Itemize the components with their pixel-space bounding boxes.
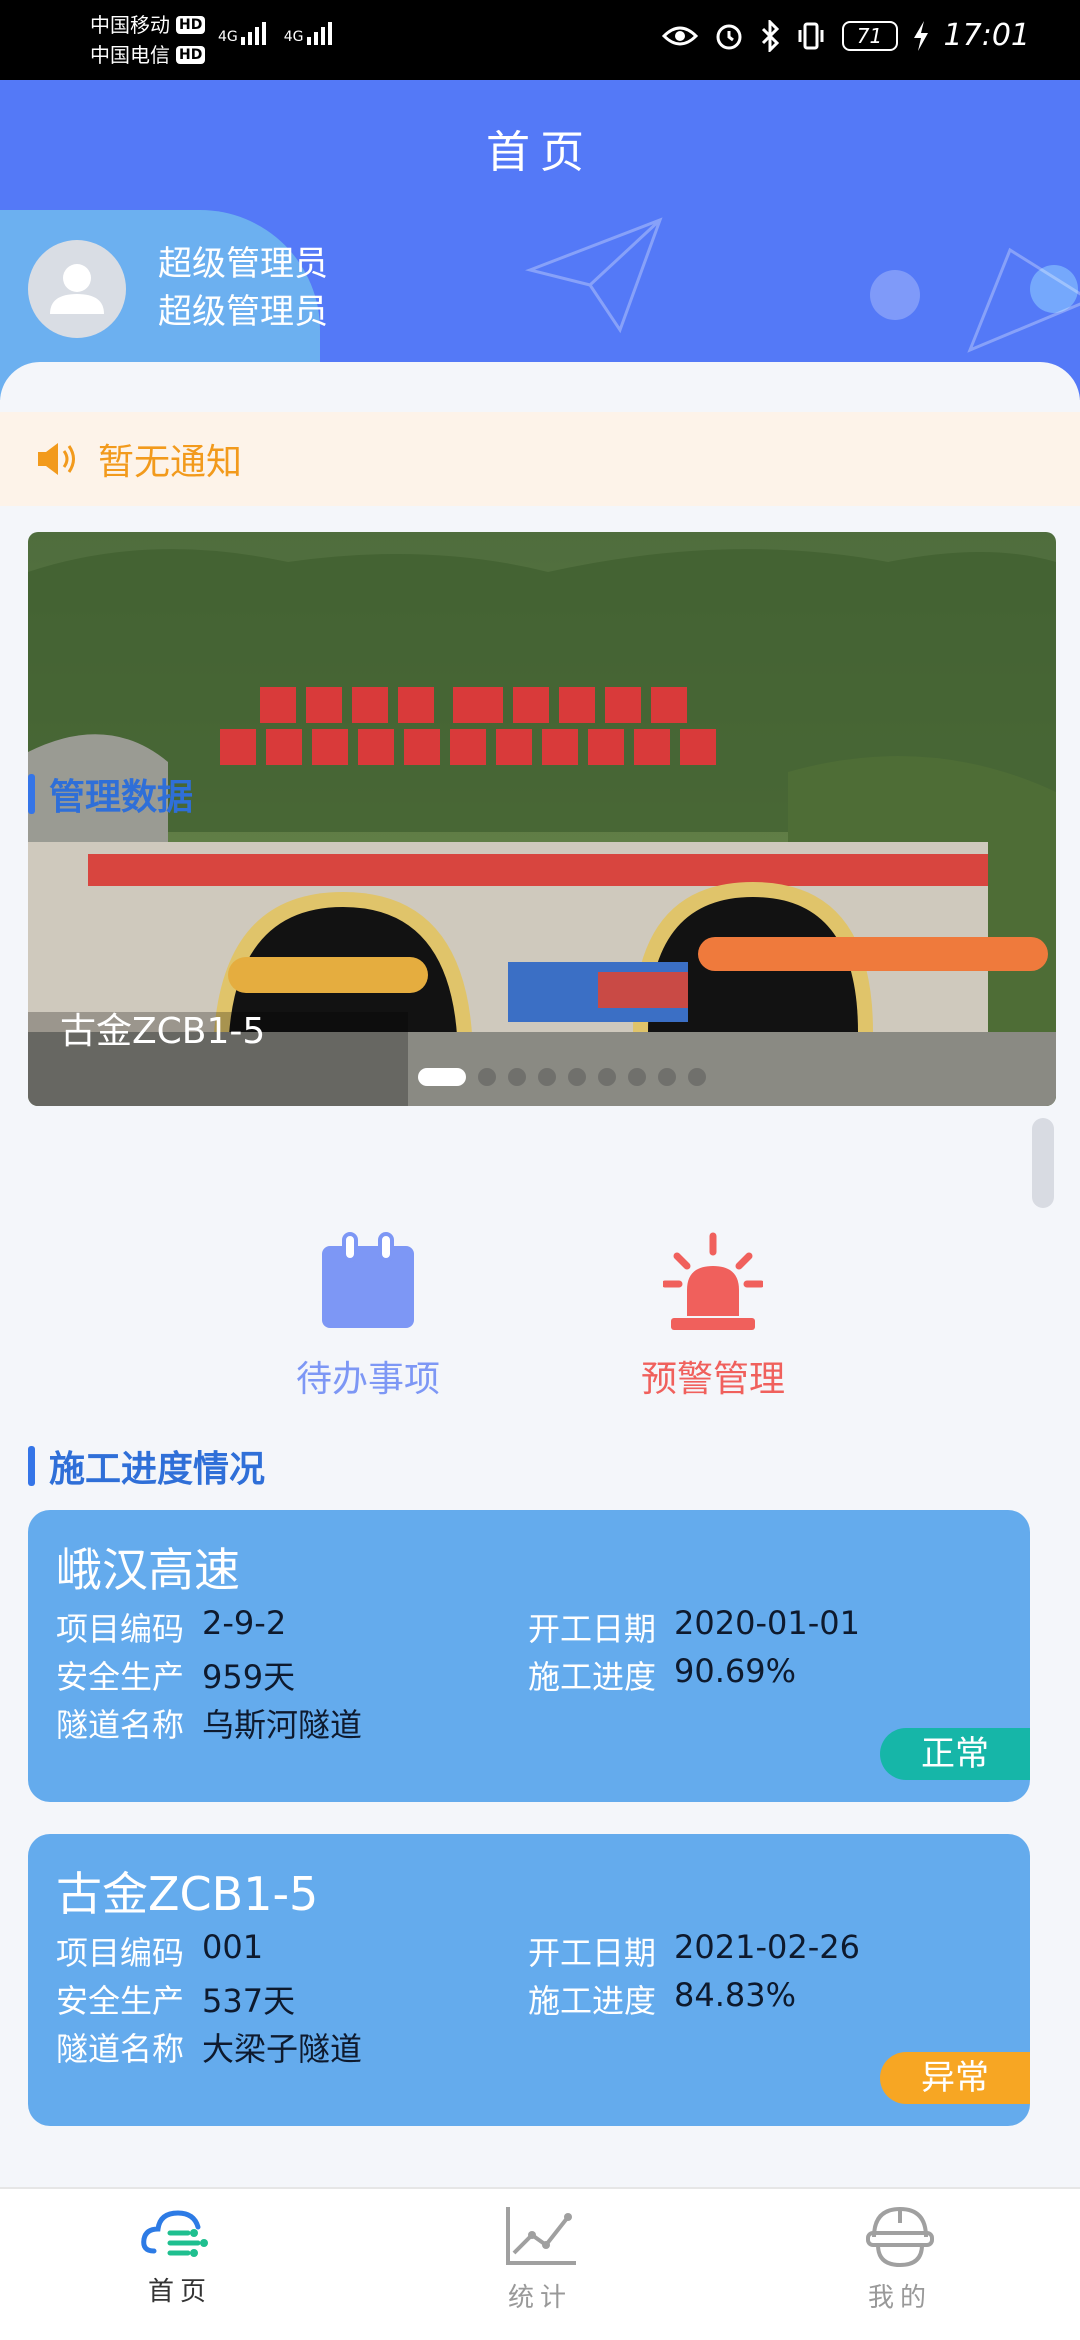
speaker-icon: [38, 443, 75, 475]
paper-plane-decoration-icon: [967, 247, 1080, 353]
signal-icons: 4G 4G: [218, 22, 332, 45]
progress-value: 90.69%: [674, 1652, 797, 1690]
field-label: 开工日期: [528, 1934, 657, 1972]
field-label: 安全生产: [56, 1982, 185, 2020]
banner-caption: 古金ZCB1-5: [60, 1011, 266, 1052]
signal-1-icon: 4G: [218, 22, 266, 45]
section-label: 施工进度情况: [49, 1449, 266, 1490]
status-badge: 异常: [880, 2052, 1030, 2104]
field-label: 隧道名称: [56, 2030, 185, 2068]
status-bar: 中国移动 HD 中国电信 HD 4G 4G 71 17:01: [0, 0, 1080, 80]
chart-line-icon: [506, 2207, 576, 2265]
todo-button[interactable]: 待办事项: [258, 1232, 478, 1402]
progress-value: 84.83%: [674, 1976, 797, 2014]
bluetooth-icon: [761, 19, 779, 52]
charging-icon: [913, 20, 928, 51]
start-date: 2021-02-26: [674, 1928, 860, 1966]
project-name: 峨汉高速: [56, 1543, 240, 1597]
clock-time: 17:01: [943, 18, 1030, 53]
safety-days: 537天: [202, 1982, 296, 2020]
alert-management-button[interactable]: 预警管理: [603, 1232, 823, 1402]
helmet-icon: [866, 2206, 934, 2268]
start-date: 2020-01-01: [674, 1604, 860, 1642]
nav-home[interactable]: 首页: [80, 2203, 280, 2308]
scrollbar[interactable]: [1032, 1118, 1054, 1208]
avatar[interactable]: [28, 240, 126, 338]
nav-label: 我的: [867, 2283, 932, 2313]
status-right: 71 17:01: [661, 18, 1030, 53]
field-label: 安全生产: [56, 1658, 185, 1696]
alarm-clock-icon: [716, 24, 742, 49]
field-label: 隧道名称: [56, 1706, 185, 1744]
safety-days: 959天: [202, 1658, 296, 1696]
carrier-1: 中国移动: [90, 13, 170, 37]
alert-label: 预警管理: [640, 1359, 785, 1400]
nav-label: 统计: [507, 2283, 572, 2313]
field-label: 开工日期: [528, 1610, 657, 1648]
tunnel-name: 乌斯河隧道: [202, 1706, 363, 1744]
tunnel-name: 大梁子隧道: [202, 2030, 363, 2068]
section-title-management: 管理数据: [28, 768, 193, 820]
notice-text: 暂无通知: [98, 442, 243, 483]
hd-badge: HD: [176, 16, 206, 34]
calendar-icon: [322, 1232, 414, 1328]
project-card[interactable]: 峨汉高速 项目编码 2-9-2 开工日期 2020-01-01 安全生产 959天 施…: [28, 1510, 1030, 1802]
carousel-indicator[interactable]: [418, 1068, 706, 1086]
user-name: 超级管理员: [158, 292, 328, 332]
field-label: 项目编码: [56, 1610, 185, 1648]
field-label: 施工进度: [528, 1982, 657, 2020]
hd-badge: HD: [176, 46, 206, 64]
user-role: 超级管理员: [158, 244, 328, 284]
user-icon: [50, 264, 104, 314]
project-card[interactable]: 古金ZCB1-5 项目编码 001 开工日期 2021-02-26 安全生产 537天…: [28, 1834, 1030, 2126]
status-badge: 正常: [880, 1728, 1030, 1780]
carrier-2: 中国电信: [90, 43, 170, 67]
eye-icon: [661, 26, 698, 45]
signal-2-icon: 4G: [284, 22, 332, 45]
alarm-light-icon: [661, 1232, 765, 1330]
section-title-progress: 施工进度情况: [28, 1440, 265, 1492]
bottom-nav: 首页 统计 我的: [0, 2187, 1080, 2340]
project-name: 古金ZCB1-5: [56, 1867, 319, 1921]
page-title: 首页: [486, 127, 594, 178]
section-label: 管理数据: [49, 777, 194, 818]
vibrate-icon: [798, 22, 824, 49]
paper-plane-decoration-icon: [525, 217, 663, 334]
battery-icon: 71: [841, 20, 898, 51]
notice-bar[interactable]: 暂无通知: [0, 412, 1080, 506]
field-label: 施工进度: [528, 1658, 657, 1696]
header: 首页 超级管理员 超级管理员: [0, 80, 1080, 400]
user-info: 超级管理员 超级管理员: [158, 240, 328, 336]
nav-label: 首页: [147, 2277, 212, 2307]
project-code: 2-9-2: [202, 1604, 287, 1642]
field-label: 项目编码: [56, 1934, 185, 1972]
project-code: 001: [202, 1928, 264, 1966]
carrier-info: 中国移动 HD 中国电信 HD: [90, 10, 206, 70]
nav-mine[interactable]: 我的: [800, 2203, 1000, 2314]
todo-label: 待办事项: [295, 1359, 440, 1400]
nav-statistics[interactable]: 统计: [440, 2203, 640, 2314]
home-cloud-icon: [141, 2210, 208, 2257]
